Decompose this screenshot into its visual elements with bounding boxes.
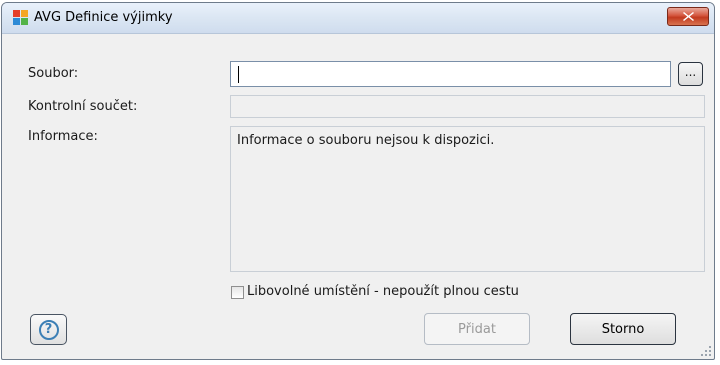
checksum-field	[230, 95, 705, 118]
avg-logo-icon	[13, 10, 28, 25]
info-text: Informace o souboru nejsou k dispozici.	[237, 133, 495, 148]
close-button[interactable]	[667, 7, 709, 26]
resize-grip-icon[interactable]	[701, 346, 711, 356]
checksum-label: Kontrolní součet:	[28, 99, 138, 114]
file-input[interactable]	[230, 61, 671, 87]
add-button[interactable]: Přidat	[424, 313, 530, 345]
window-title: AVG Definice výjimky	[34, 10, 173, 25]
title-bar[interactable]: AVG Definice výjimky	[2, 3, 714, 34]
dialog-window: AVG Definice výjimky Soubor: ... Kontrol…	[1, 2, 715, 360]
any-location-checkbox[interactable]	[231, 286, 244, 299]
help-icon: ?	[38, 319, 59, 340]
any-location-checkbox-label[interactable]: Libovolné umístění - nepoužít plnou cest…	[247, 284, 519, 299]
info-label: Informace:	[28, 129, 98, 144]
cancel-button[interactable]: Storno	[570, 313, 676, 345]
info-box: Informace o souboru nejsou k dispozici.	[230, 126, 705, 272]
browse-button[interactable]: ...	[678, 62, 703, 86]
file-label: Soubor:	[28, 66, 79, 81]
help-button[interactable]: ?	[30, 314, 67, 345]
close-icon	[682, 12, 694, 21]
text-caret	[238, 66, 239, 83]
